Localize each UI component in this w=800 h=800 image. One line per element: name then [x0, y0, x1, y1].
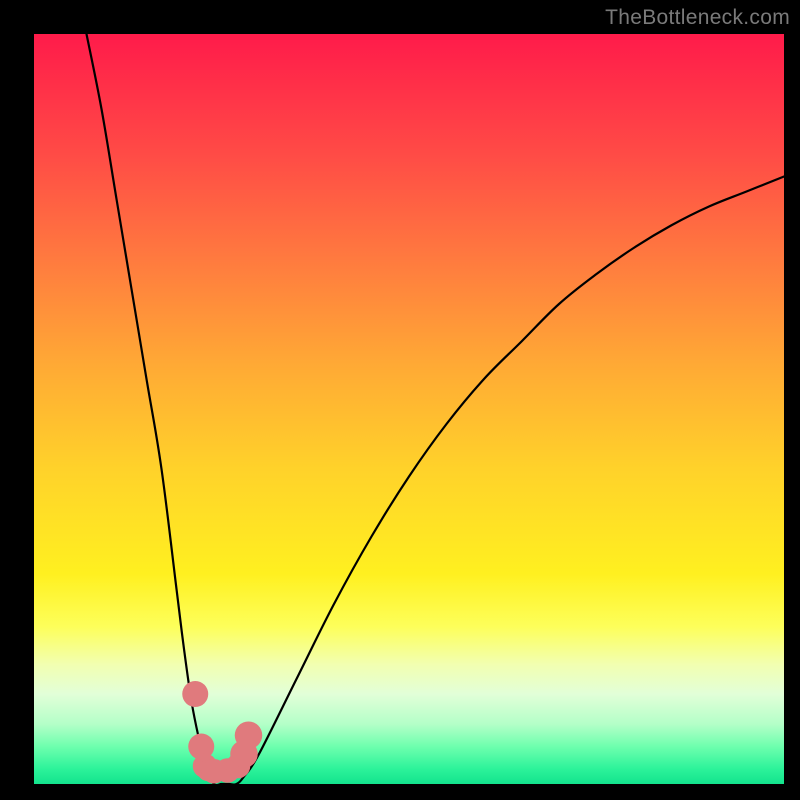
marker-dot [182, 681, 208, 707]
bottleneck-curve [87, 34, 785, 785]
marker-dot [235, 722, 263, 750]
chart-svg [34, 34, 784, 784]
watermark-text: TheBottleneck.com [605, 6, 790, 30]
chart-frame: TheBottleneck.com [0, 0, 800, 800]
chart-plot-area [34, 34, 784, 784]
